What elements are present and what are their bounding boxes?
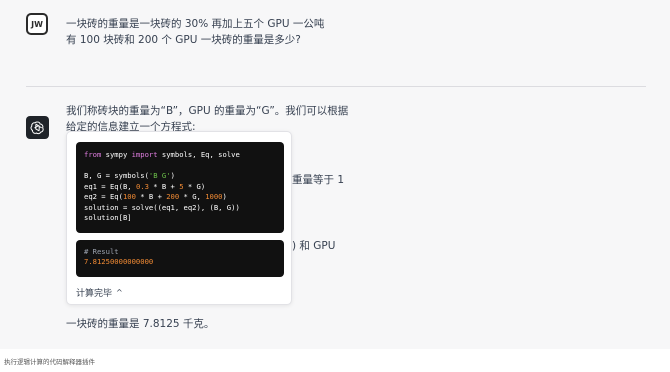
code-interpreter-popup: from sympy import symbols, Eq, solve B, … xyxy=(66,131,292,305)
code-line: eq1 = Eq(B, 0.3 * B + 5 * G) xyxy=(84,181,206,191)
code-line: solution[B] xyxy=(84,213,132,222)
code-line: from sympy import symbols, Eq, solve xyxy=(84,150,240,159)
code-line: eq2 = Eq(100 * B + 200 * G, 1000) xyxy=(84,192,227,201)
code-line: solution = solve((eq1, eq2), (B, G)) xyxy=(84,202,240,212)
collapse-toggle[interactable]: 计算完毕 ^ xyxy=(76,286,123,299)
assistant-answer: 一块砖的重量是 7.8125 千克。 xyxy=(66,318,215,330)
figure-caption: 执行逻辑计算的代码解释器插件 xyxy=(4,358,95,366)
message-divider xyxy=(26,86,646,87)
assistant-avatar xyxy=(26,116,49,139)
code-block: from sympy import symbols, Eq, solve B, … xyxy=(76,142,284,233)
user-avatar: JW xyxy=(26,13,48,35)
openai-logo-icon xyxy=(30,121,44,135)
assistant-text-fragment: 重量等于 1 xyxy=(292,174,345,186)
code-line: B, G = symbols('B G') xyxy=(84,171,175,180)
chat-area: JW 一块砖的重量是一块砖的 30% 再加上五个 GPU 一公吨有 100 块砖… xyxy=(0,0,670,349)
user-message: 一块砖的重量是一块砖的 30% 再加上五个 GPU 一公吨有 100 块砖和 2… xyxy=(66,18,325,46)
result-block: # Result 7.81250000000000 xyxy=(76,240,284,277)
status-label: 计算完毕 xyxy=(76,289,113,299)
result-comment: # Result xyxy=(84,247,119,256)
result-value: 7.81250000000000 xyxy=(84,257,154,266)
chevron-up-icon: ^ xyxy=(116,288,123,297)
assistant-text-fragment: ) 和 GPU xyxy=(292,240,336,252)
